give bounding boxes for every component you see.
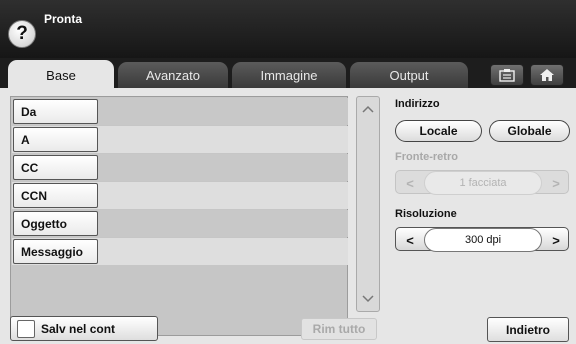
scroll-down-icon[interactable]	[358, 289, 378, 309]
title-bar: ? Pronta	[0, 0, 576, 58]
tab-bar: Base Avanzato Immagine Output	[0, 58, 576, 90]
resolution-next-button[interactable]: >	[542, 228, 570, 252]
home-icon[interactable]	[530, 64, 564, 86]
main-panel: Da A CC CCN Oggetto Messaggio Indirizzo …	[0, 88, 576, 344]
field-button-oggetto[interactable]: Oggetto	[13, 211, 98, 236]
field-button-da[interactable]: Da	[13, 99, 98, 124]
page-title: Pronta	[44, 12, 83, 26]
save-to-box-label: Salv nel cont	[41, 322, 116, 336]
field-row-da[interactable]: Da	[12, 98, 348, 125]
field-button-messaggio[interactable]: Messaggio	[13, 239, 98, 264]
recipient-fields-list: Da A CC CCN Oggetto Messaggio	[10, 96, 348, 336]
duplex-prev-button: <	[406, 175, 414, 191]
list-scrollbar[interactable]	[356, 96, 380, 312]
field-row-oggetto[interactable]: Oggetto	[12, 210, 348, 237]
field-row-ccn[interactable]: CCN	[12, 182, 348, 209]
tab-avanzato[interactable]: Avanzato	[118, 62, 228, 88]
save-to-box-button[interactable]: Salv nel cont	[10, 316, 158, 341]
save-to-box-checkbox[interactable]	[17, 320, 35, 338]
back-button[interactable]: Indietro	[487, 317, 569, 342]
help-icon[interactable]: ?	[8, 20, 36, 48]
duplex-label: Fronte-retro	[395, 151, 458, 163]
address-label: Indirizzo	[395, 98, 440, 110]
tab-output[interactable]: Output	[350, 62, 468, 88]
chevron-up-glyph	[362, 105, 374, 113]
resolution-label: Risoluzione	[395, 208, 457, 220]
home-glyph	[540, 69, 554, 81]
duplex-selector: < 1 facciata >	[395, 170, 569, 195]
field-row-a[interactable]: A	[12, 126, 348, 153]
field-button-ccn[interactable]: CCN	[13, 183, 98, 208]
local-address-button[interactable]: Locale	[395, 120, 482, 142]
global-address-button[interactable]: Globale	[489, 120, 570, 142]
field-row-cc[interactable]: CC	[12, 154, 348, 181]
clear-all-button: Rim tutto	[301, 318, 377, 340]
resolution-prev-button[interactable]: <	[396, 228, 424, 252]
scroll-up-icon[interactable]	[358, 99, 378, 119]
clipboard-glyph	[499, 69, 515, 82]
resolution-value: 300 dpi	[424, 228, 542, 252]
duplex-value: 1 facciata	[424, 171, 542, 195]
chevron-down-glyph	[362, 295, 374, 303]
clipboard-icon[interactable]	[490, 64, 524, 86]
field-row-messaggio[interactable]: Messaggio	[12, 238, 348, 265]
duplex-next-button: >	[552, 175, 560, 191]
field-button-cc[interactable]: CC	[13, 155, 98, 180]
tab-immagine[interactable]: Immagine	[232, 62, 346, 88]
tab-base[interactable]: Base	[8, 60, 114, 90]
resolution-selector[interactable]: < 300 dpi >	[395, 227, 570, 252]
field-button-a[interactable]: A	[13, 127, 98, 152]
